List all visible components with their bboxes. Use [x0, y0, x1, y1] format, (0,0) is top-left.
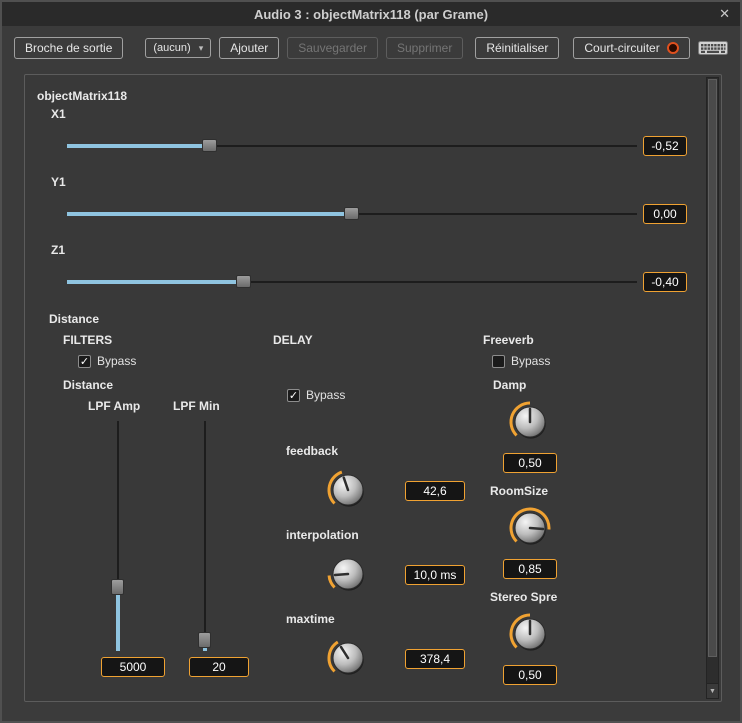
keyboard-icon[interactable] [698, 39, 728, 57]
reinitialiser-button[interactable]: Réinitialiser [475, 37, 559, 59]
preset-select-value: (aucun) [153, 42, 190, 54]
interpolation-label: interpolation [286, 528, 359, 542]
checkbox-box[interactable]: ✓ [78, 355, 91, 368]
z1-label: Z1 [51, 243, 65, 257]
x1-label: X1 [51, 107, 66, 121]
scroll-down-arrow-icon: ▼ [709, 688, 716, 695]
scrollbar-thumb[interactable] [708, 79, 717, 657]
checkbox-label: Bypass [97, 354, 136, 368]
stereo-spread-value[interactable]: 0,50 [503, 665, 557, 685]
plugin-window: Audio 3 : objectMatrix118 (par Grame) ✕ … [0, 0, 742, 723]
interpolation-value[interactable]: 10,0 ms [405, 565, 465, 585]
distance-section-label: Distance [49, 312, 99, 326]
checkbox-box[interactable] [492, 355, 505, 368]
freeverb-bypass-checkbox[interactable]: Bypass [492, 354, 550, 368]
interpolation-knob[interactable] [326, 552, 370, 596]
checkbox-label: Bypass [511, 354, 550, 368]
slider-fill [67, 212, 352, 216]
toolbar: Broche de sortie (aucun) ▾ Ajouter Sauve… [2, 26, 740, 70]
titlebar[interactable]: Audio 3 : objectMatrix118 (par Grame) ✕ [2, 2, 740, 26]
preset-select[interactable]: (aucun) ▾ [145, 38, 211, 58]
vertical-scrollbar[interactable]: ▼ [706, 77, 719, 699]
roomsize-knob[interactable] [508, 506, 552, 550]
checkbox-label: Bypass [306, 388, 345, 402]
sauvegarder-button: Sauvegarder [287, 37, 378, 59]
chevron-down-icon: ▾ [199, 43, 204, 54]
filters-title: FILTERS [63, 333, 112, 347]
x1-value[interactable]: -0,52 [643, 136, 687, 156]
court-circuiter-label: Court-circuiter [584, 41, 659, 55]
feedback-knob[interactable] [326, 468, 370, 512]
close-icon[interactable]: ✕ [719, 6, 730, 22]
ajouter-button[interactable]: Ajouter [219, 37, 279, 59]
z1-value[interactable]: -0,40 [643, 272, 687, 292]
lpf-amp-value[interactable]: 5000 [101, 657, 165, 677]
damp-knob[interactable] [508, 400, 552, 444]
filters-bypass-checkbox[interactable]: ✓ Bypass [78, 354, 136, 368]
plugin-panel: objectMatrix118 X1 -0,52 Y1 0,00 Z1 -0,4… [24, 74, 722, 702]
court-circuiter-button[interactable]: Court-circuiter [573, 37, 689, 59]
scroll-down-button[interactable]: ▼ [707, 683, 718, 698]
slider-handle[interactable] [202, 139, 217, 152]
slider-fill [67, 280, 244, 284]
slider-fill [67, 144, 210, 148]
delay-bypass-checkbox[interactable]: ✓ Bypass [287, 388, 345, 402]
maxtime-knob[interactable] [326, 636, 370, 680]
feedback-label: feedback [286, 444, 338, 458]
supprimer-button: Supprimer [386, 37, 463, 59]
slider-handle[interactable] [111, 579, 124, 595]
slider-track [204, 421, 206, 651]
slider-handle[interactable] [236, 275, 251, 288]
lpf-amp-slider[interactable] [110, 421, 126, 651]
maxtime-value[interactable]: 378,4 [405, 649, 465, 669]
y1-label: Y1 [51, 175, 66, 189]
x1-slider[interactable] [67, 138, 637, 154]
slider-fill [116, 587, 120, 651]
stereo-spread-label: Stereo Spre [490, 590, 557, 604]
lpf-amp-label: LPF Amp [88, 399, 140, 413]
filters-distance-subtitle: Distance [63, 378, 113, 392]
plugin-name: objectMatrix118 [37, 89, 127, 103]
y1-value[interactable]: 0,00 [643, 204, 687, 224]
lpf-min-slider[interactable] [197, 421, 213, 651]
window-title: Audio 3 : objectMatrix118 (par Grame) [254, 7, 488, 22]
slider-handle[interactable] [198, 632, 211, 648]
feedback-value[interactable]: 42,6 [405, 481, 465, 501]
slider-handle[interactable] [344, 207, 359, 220]
bypass-led-icon [667, 42, 679, 54]
roomsize-value[interactable]: 0,85 [503, 559, 557, 579]
lpf-min-value[interactable]: 20 [189, 657, 249, 677]
damp-label: Damp [493, 378, 526, 392]
freeverb-title: Freeverb [483, 333, 534, 347]
lpf-min-label: LPF Min [173, 399, 220, 413]
maxtime-label: maxtime [286, 612, 335, 626]
z1-slider[interactable] [67, 274, 637, 290]
stereo-spread-knob[interactable] [508, 612, 552, 656]
checkbox-box[interactable]: ✓ [287, 389, 300, 402]
roomsize-label: RoomSize [490, 484, 548, 498]
damp-value[interactable]: 0,50 [503, 453, 557, 473]
delay-title: DELAY [273, 333, 313, 347]
y1-slider[interactable] [67, 206, 637, 222]
broche-de-sortie-button[interactable]: Broche de sortie [14, 37, 123, 59]
